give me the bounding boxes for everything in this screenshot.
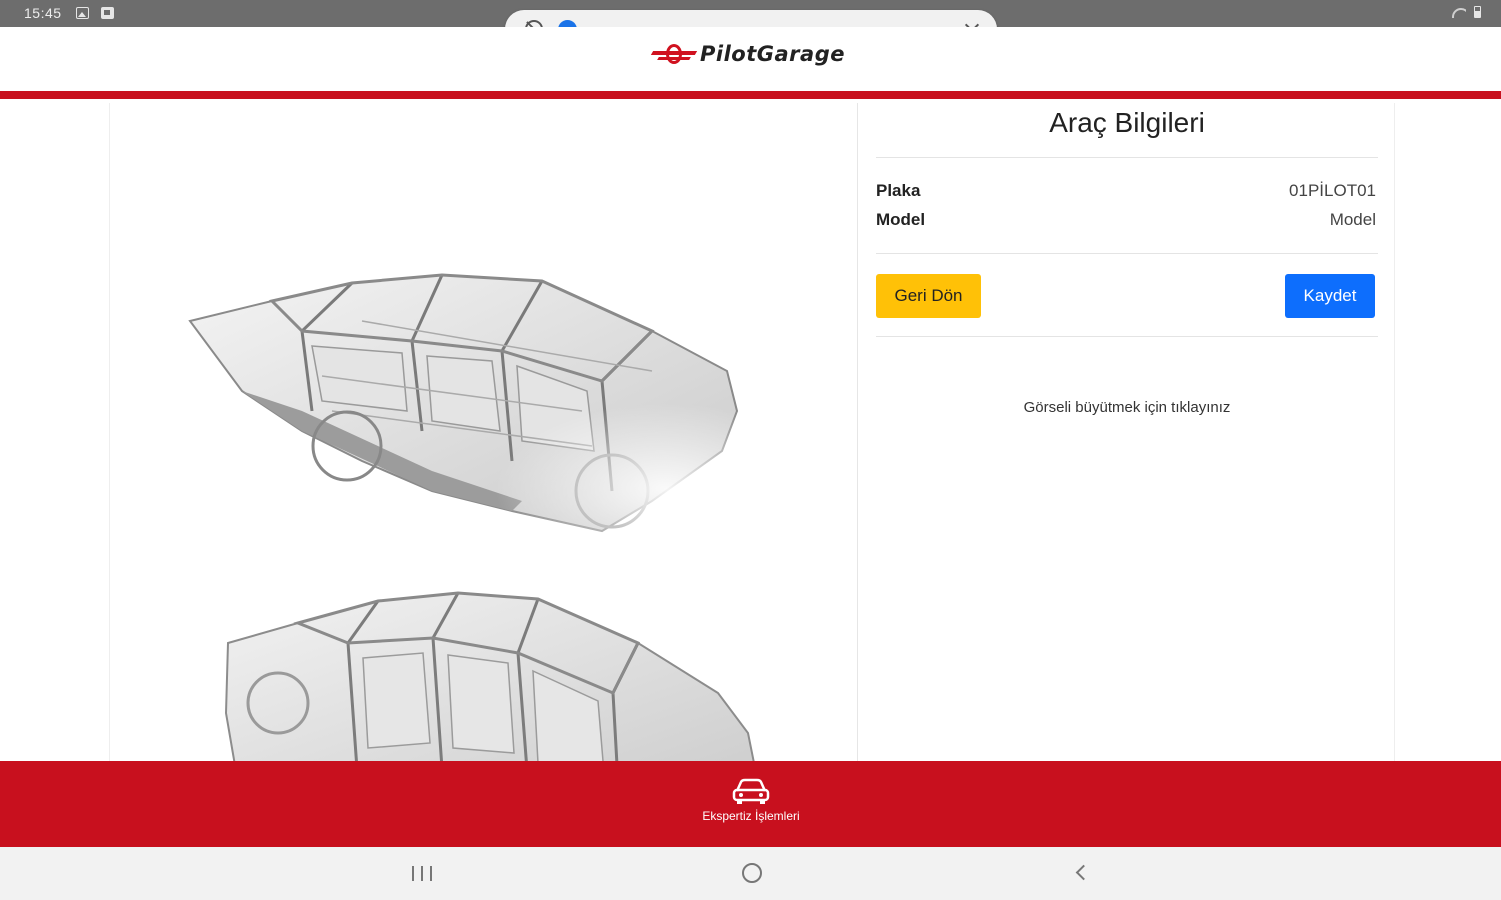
back-icon[interactable] xyxy=(1075,864,1092,881)
brand-logo[interactable]: PilotGarage xyxy=(650,41,845,67)
divider xyxy=(876,157,1378,158)
model-value: Model xyxy=(1329,210,1376,229)
main-content: Araç Bilgileri Plaka 01PİLOT01 Model Mod… xyxy=(0,99,1501,761)
status-indicators xyxy=(1452,6,1481,18)
plate-value: 01PİLOT01 xyxy=(1289,181,1376,200)
bottom-nav: Ekspertiz İşlemleri xyxy=(0,761,1501,847)
wifi-icon xyxy=(1452,6,1466,18)
system-nav-bar xyxy=(0,847,1501,900)
panel-title: Araç Bilgileri xyxy=(1049,107,1205,138)
divider xyxy=(876,253,1378,254)
logo-text: PilotGarage xyxy=(700,42,845,66)
app-notification-icon xyxy=(101,7,114,19)
logo-mark-icon xyxy=(650,41,698,67)
info-row-plate: Plaka 01PİLOT01 xyxy=(876,181,1376,203)
status-time: 15:45 xyxy=(24,5,62,21)
car-body-diagram-bottom[interactable] xyxy=(218,583,758,761)
back-button[interactable]: Geri Dön xyxy=(876,274,981,318)
save-button[interactable]: Kaydet xyxy=(1285,274,1375,318)
battery-icon xyxy=(1474,6,1481,18)
app-header: PilotGarage xyxy=(0,27,1501,91)
info-row-model: Model Model xyxy=(876,210,1376,232)
vehicle-info-panel: Araç Bilgileri Plaka 01PİLOT01 Model Mod… xyxy=(859,103,1395,761)
model-label: Model xyxy=(876,210,926,229)
gallery-notification-icon xyxy=(76,7,89,19)
plate-label: Plaka xyxy=(876,181,921,200)
divider xyxy=(876,336,1378,337)
home-icon[interactable] xyxy=(742,863,762,883)
header-divider xyxy=(0,91,1501,99)
recent-apps-icon[interactable] xyxy=(412,866,432,881)
nav-item-label: Ekspertiz İşlemleri xyxy=(702,809,800,823)
nav-item-expertise[interactable]: Ekspertiz İşlemleri xyxy=(680,777,822,837)
car-icon xyxy=(732,778,770,804)
enlarge-image-hint: Görseli büyütmek için tıklayınız xyxy=(1023,399,1231,416)
vehicle-diagram-pane xyxy=(109,103,858,761)
car-body-diagram-top[interactable] xyxy=(182,261,752,546)
